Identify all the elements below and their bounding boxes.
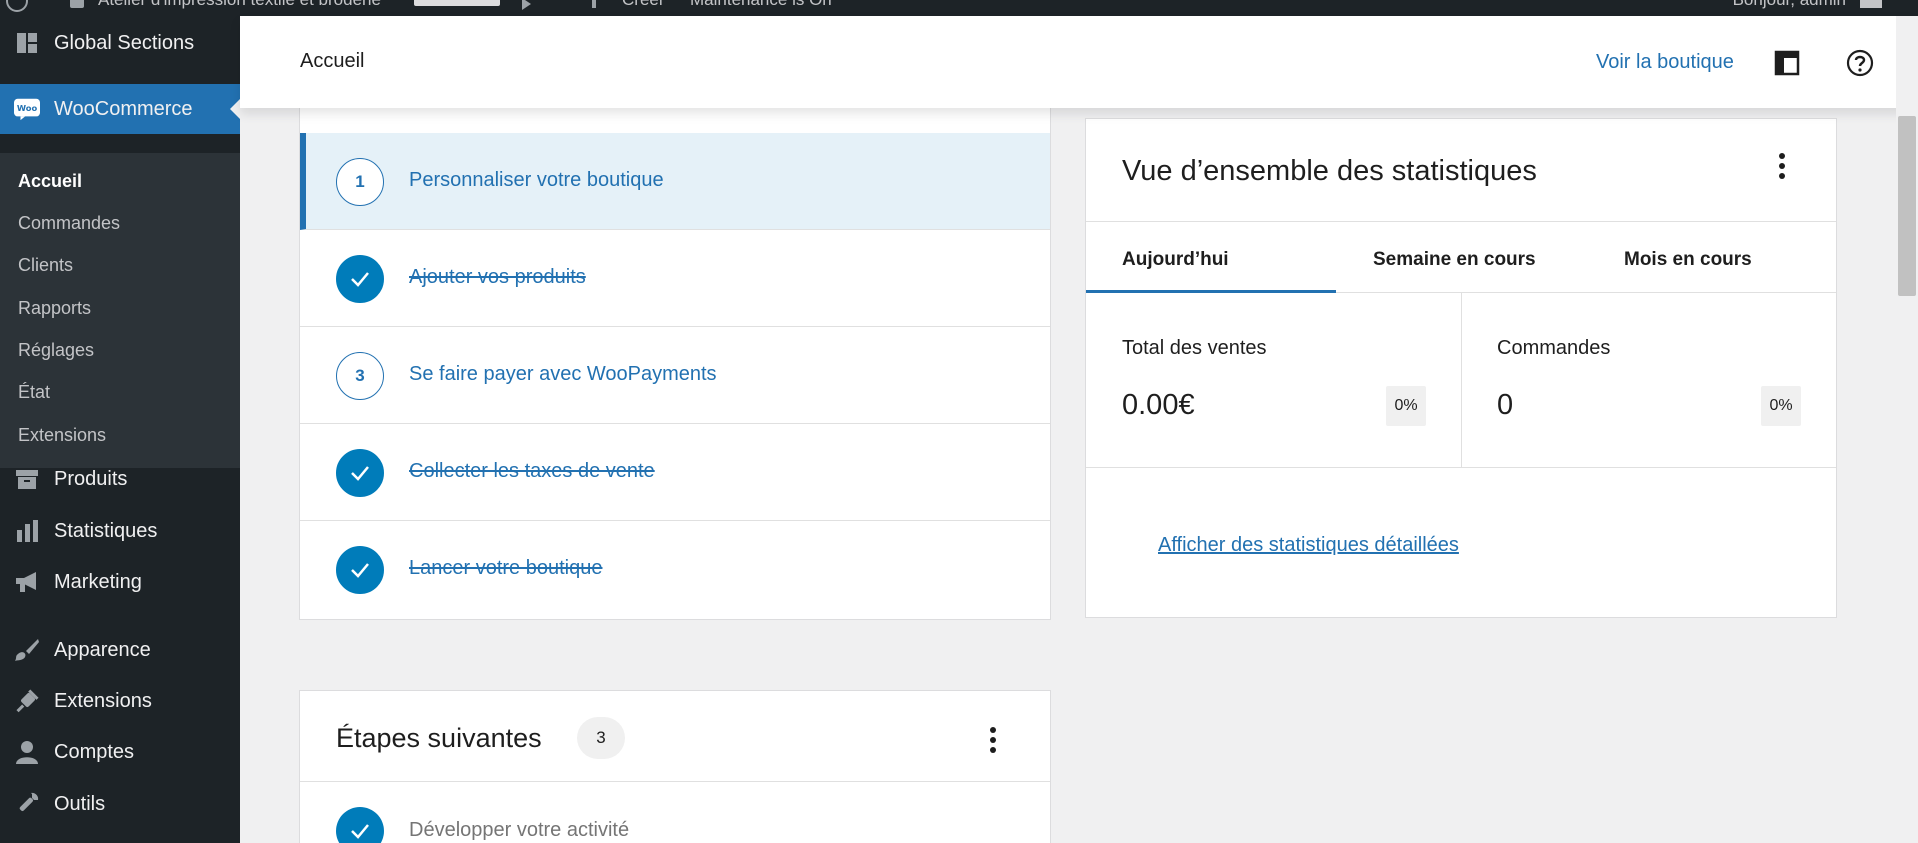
svg-text:Woo: Woo <box>17 103 38 113</box>
check-icon <box>336 807 384 843</box>
submenu-item-rapports[interactable]: Rapports <box>18 298 91 319</box>
task-step-number: 3 <box>336 352 384 400</box>
help-icon[interactable] <box>1845 48 1875 78</box>
stats-overview-card: Vue d’ensemble des statistiques Aujourd’… <box>1085 118 1837 618</box>
sidebar-item-woocommerce[interactable]: Woo WooCommerce <box>0 84 240 134</box>
metric-label-sales[interactable]: Total des ventes <box>1122 337 1267 360</box>
setup-task-list: 1 Personnaliser votre boutique Ajouter v… <box>299 108 1051 620</box>
stats-period-tabs: Aujourd’hui Semaine en cours Mois en cou… <box>1086 221 1836 293</box>
metric-value-orders: 0 <box>1497 389 1514 421</box>
next-step-label[interactable]: Développer votre activité <box>409 819 629 842</box>
megaphone-icon <box>14 569 40 595</box>
task-label: Lancer votre boutique <box>409 557 603 579</box>
admin-bar-site-name[interactable]: Atelier d'impression textile et broderie <box>98 0 381 10</box>
metric-delta-orders: 0% <box>1761 386 1801 426</box>
submenu-item-etat[interactable]: État <box>18 382 50 403</box>
paintbrush-icon <box>14 637 40 663</box>
wordpress-logo-icon[interactable] <box>6 0 28 12</box>
layout-grid-icon <box>14 30 40 56</box>
sidebar-item-global-sections[interactable]: Global Sections <box>0 18 240 68</box>
sidebar-item-label: Apparence <box>54 638 151 661</box>
sidebar-item-label: Global Sections <box>54 31 195 54</box>
check-icon <box>336 449 384 497</box>
more-options-icon[interactable] <box>983 727 1003 767</box>
sidebar-item-comptes[interactable]: Comptes <box>0 727 240 777</box>
sidebar-item-label: Comptes <box>54 740 135 763</box>
admin-bar-badge <box>414 0 500 6</box>
divider <box>300 781 1050 782</box>
admin-bar-howdy[interactable]: Bonjour, admin <box>1733 0 1846 10</box>
task-item[interactable]: Collecter les taxes de vente <box>300 424 1050 521</box>
plus-icon[interactable] <box>592 0 596 8</box>
submenu-item-clients[interactable]: Clients <box>18 255 73 276</box>
archive-icon <box>14 466 40 492</box>
play-icon[interactable] <box>522 0 531 10</box>
next-steps-count-badge: 3 <box>577 717 625 759</box>
sidebar-item-label: Marketing <box>54 570 142 593</box>
tab-month[interactable]: Mois en cours <box>1624 249 1752 271</box>
task-item[interactable]: 1 Personnaliser votre boutique <box>300 133 1050 230</box>
sidebar-item-statistiques[interactable]: Statistiques <box>0 506 240 556</box>
sidebar-item-label: Outils <box>54 792 106 815</box>
admin-bar-new[interactable]: Créer <box>622 0 665 10</box>
task-label: Ajouter vos produits <box>409 266 586 288</box>
next-steps-title: Étapes suivantes <box>336 723 542 753</box>
page-title: Accueil <box>300 50 365 72</box>
admin-sidebar: Global Sections Woo WooCommerce Accueil … <box>0 16 240 843</box>
metric-value-sales: 0.00€ <box>1122 389 1195 421</box>
view-shop-link[interactable]: Voir la boutique <box>1596 51 1734 74</box>
page-scrollbar-thumb[interactable] <box>1898 116 1916 296</box>
task-item[interactable]: 3 Se faire payer avec WooPayments <box>300 327 1050 424</box>
bar-chart-icon <box>14 518 40 544</box>
active-tab-indicator <box>1086 290 1336 293</box>
sidebar-item-label: Statistiques <box>54 519 158 542</box>
task-item[interactable]: Ajouter vos produits <box>300 230 1050 327</box>
tab-week[interactable]: Semaine en cours <box>1373 249 1536 271</box>
sidebar-item-produits[interactable]: Produits <box>0 454 240 504</box>
user-icon <box>14 739 40 765</box>
woocommerce-submenu: Accueil Commandes Clients Rapports Régla… <box>0 153 240 468</box>
admin-bar: Atelier d'impression textile et broderie… <box>0 0 1918 16</box>
submenu-item-reglages[interactable]: Réglages <box>18 340 94 361</box>
task-item[interactable]: Lancer votre boutique <box>300 521 1050 618</box>
home-icon[interactable] <box>70 0 84 8</box>
submenu-item-accueil[interactable]: Accueil <box>18 171 82 192</box>
metric-delta-sales: 0% <box>1386 386 1426 426</box>
sidebar-item-outils[interactable]: Outils <box>0 779 240 829</box>
next-steps-card: Étapes suivantes 3 Développer votre acti… <box>299 690 1051 843</box>
task-label: Personnaliser votre boutique <box>409 169 664 191</box>
divider <box>1461 293 1462 467</box>
task-label: Collecter les taxes de vente <box>409 460 655 482</box>
divider <box>1086 467 1836 468</box>
metric-label-orders[interactable]: Commandes <box>1497 337 1610 360</box>
layout-icon[interactable] <box>1774 50 1800 76</box>
plugin-icon <box>14 688 40 714</box>
wrench-icon <box>14 791 40 817</box>
sidebar-item-apparence[interactable]: Apparence <box>0 625 240 675</box>
tab-today[interactable]: Aujourd’hui <box>1122 249 1229 271</box>
task-label: Se faire payer avec WooPayments <box>409 363 717 385</box>
detailed-stats-link[interactable]: Afficher des statistiques détaillées <box>1158 534 1459 557</box>
submenu-item-commandes[interactable]: Commandes <box>18 213 120 234</box>
sidebar-item-extensions[interactable]: Extensions <box>0 676 240 726</box>
more-options-icon[interactable] <box>1772 153 1792 193</box>
sidebar-item-label: Extensions <box>54 689 152 712</box>
check-icon <box>336 255 384 303</box>
submenu-item-extensions[interactable]: Extensions <box>18 425 106 446</box>
admin-bar-maintenance[interactable]: Maintenance is On <box>690 0 832 10</box>
sidebar-item-label: WooCommerce <box>54 97 193 120</box>
check-icon <box>336 546 384 594</box>
page-header: Accueil Voir la boutique <box>240 16 1918 108</box>
woo-icon: Woo <box>14 96 40 122</box>
stats-title: Vue d’ensemble des statistiques <box>1122 155 1537 187</box>
task-step-number: 1 <box>336 158 384 206</box>
sidebar-item-label: Produits <box>54 467 128 490</box>
avatar[interactable] <box>1860 0 1882 8</box>
sidebar-item-marketing[interactable]: Marketing <box>0 557 240 607</box>
